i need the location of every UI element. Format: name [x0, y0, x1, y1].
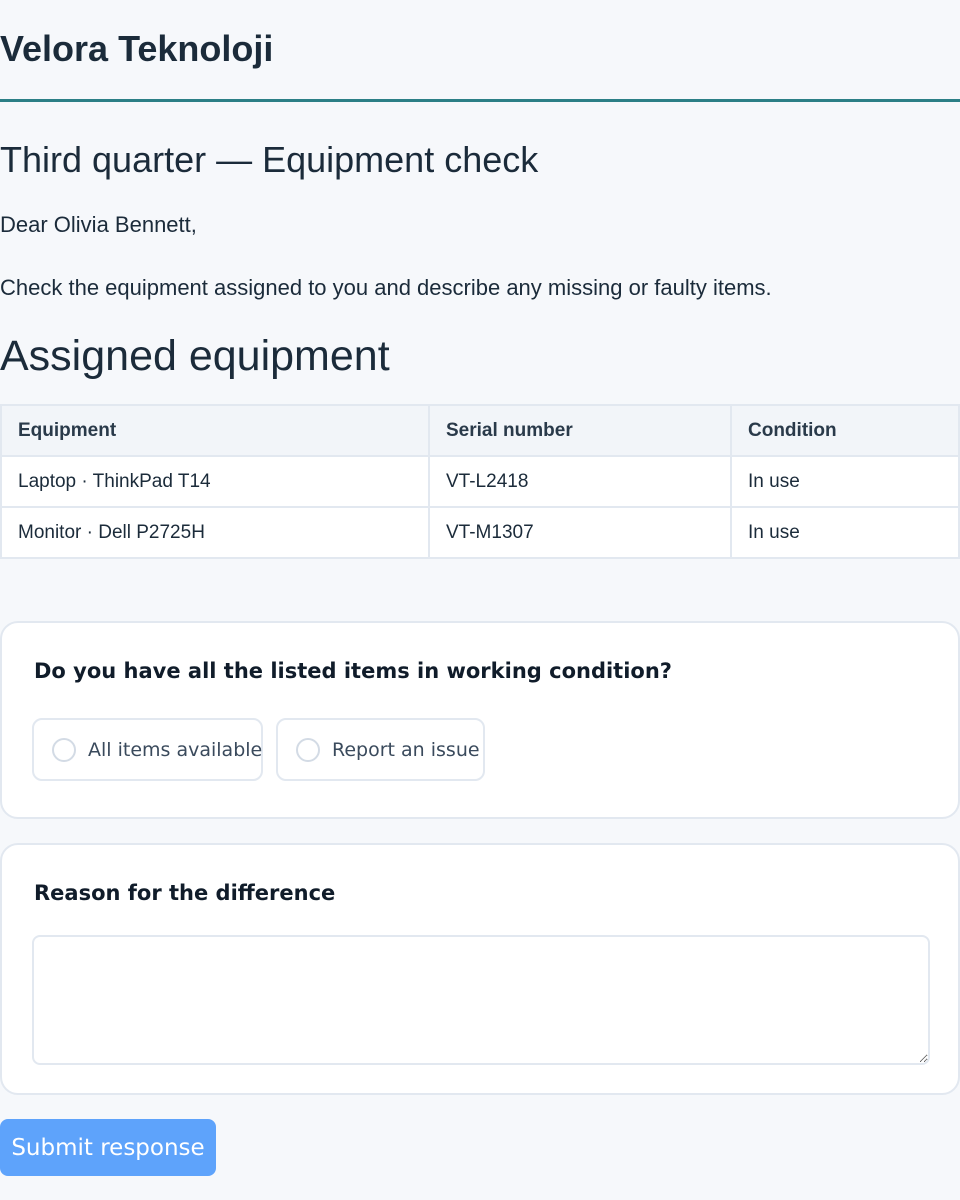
column-header-condition: Condition — [730, 404, 960, 457]
column-header-serial: Serial number — [428, 404, 732, 457]
brand-name: Velora Teknoloji — [0, 28, 274, 69]
cell-serial: VT-L2418 — [428, 455, 732, 508]
brand-header: Velora Teknoloji — [0, 0, 960, 102]
table-row: Monitor · Dell P2725H VT-M1307 In use — [0, 506, 960, 559]
option-label: All items available — [88, 738, 263, 761]
option-all-available[interactable]: All items available — [32, 718, 263, 781]
instructions: Check the equipment assigned to you and … — [0, 275, 772, 300]
equipment-heading: Assigned equipment — [0, 332, 390, 380]
reason-textarea[interactable] — [32, 935, 930, 1065]
radio-button[interactable] — [296, 737, 320, 762]
radio-button[interactable] — [52, 737, 76, 762]
submit-button[interactable]: Submit response — [0, 1119, 216, 1176]
cell-serial: VT-M1307 — [428, 506, 732, 559]
option-report-issue[interactable]: Report an issue — [276, 718, 485, 781]
option-label: Report an issue — [332, 738, 480, 761]
question-label: Do you have all the listed items in work… — [34, 659, 672, 683]
reason-card: Reason for the difference — [0, 843, 960, 1095]
cell-equipment: Laptop · ThinkPad T14 — [0, 455, 430, 508]
table-header-row: Equipment Serial number Condition — [0, 404, 960, 457]
cell-equipment: Monitor · Dell P2725H — [0, 506, 430, 559]
reason-label: Reason for the difference — [34, 881, 336, 905]
greeting: Dear Olivia Bennett, — [0, 212, 197, 237]
cell-condition: In use — [730, 455, 960, 508]
page-title: Third quarter — Equipment check — [0, 139, 539, 180]
question-card: Do you have all the listed items in work… — [0, 621, 960, 819]
column-header-equipment: Equipment — [0, 404, 430, 457]
equipment-table: Equipment Serial number Condition Laptop… — [0, 404, 960, 559]
table-row: Laptop · ThinkPad T14 VT-L2418 In use — [0, 455, 960, 508]
cell-condition: In use — [730, 506, 960, 559]
